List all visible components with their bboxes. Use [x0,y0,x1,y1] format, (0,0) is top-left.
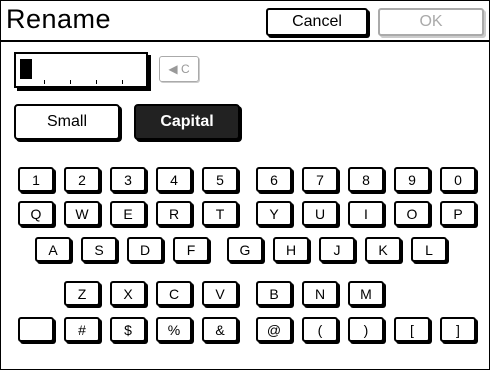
key-1[interactable]: 1 [18,167,54,192]
key-H[interactable]: H [273,237,309,262]
key-Z[interactable]: Z [64,281,100,306]
key-B[interactable]: B [256,281,292,306]
page-title: Rename [6,4,112,34]
cancel-button[interactable]: Cancel [266,8,368,36]
small-mode-button[interactable]: Small [14,104,120,140]
key-G[interactable]: G [227,237,263,262]
key-3[interactable]: 3 [110,167,146,192]
key-J[interactable]: J [319,237,355,262]
key-0[interactable]: 0 [440,167,476,192]
key-U[interactable]: U [302,201,338,226]
key-N[interactable]: N [302,281,338,306]
key-Y[interactable]: Y [256,201,292,226]
key-E[interactable]: E [110,201,146,226]
key-space[interactable] [18,317,54,342]
key-W[interactable]: W [64,201,100,226]
key-P[interactable]: P [440,201,476,226]
key-4[interactable]: 4 [156,167,192,192]
key-&[interactable]: & [202,317,238,342]
key-K[interactable]: K [365,237,401,262]
key-R[interactable]: R [156,201,192,226]
key-I[interactable]: I [348,201,384,226]
key-D[interactable]: D [127,237,163,262]
capital-mode-button[interactable]: Capital [134,104,240,140]
key-#[interactable]: # [64,317,100,342]
key-][interactable]: ] [440,317,476,342]
key-5[interactable]: 5 [202,167,238,192]
clear-button[interactable]: ◀ C [159,56,199,82]
name-input[interactable] [14,52,148,88]
key-A[interactable]: A [35,237,71,262]
key-S[interactable]: S [81,237,117,262]
key-7[interactable]: 7 [302,167,338,192]
key-F[interactable]: F [173,237,209,262]
key-9[interactable]: 9 [394,167,430,192]
ok-button[interactable]: OK [378,8,484,36]
key-M[interactable]: M [348,281,384,306]
key-T[interactable]: T [202,201,238,226]
key-@[interactable]: @ [256,317,292,342]
key-%[interactable]: % [156,317,192,342]
key-8[interactable]: 8 [348,167,384,192]
key-X[interactable]: X [110,281,146,306]
key-C[interactable]: C [156,281,192,306]
key-Q[interactable]: Q [18,201,54,226]
key-V[interactable]: V [202,281,238,306]
key-O[interactable]: O [394,201,430,226]
key-L[interactable]: L [411,237,447,262]
character-ticks [16,78,146,84]
key-)[interactable]: ) [348,317,384,342]
key-6[interactable]: 6 [256,167,292,192]
key-[[interactable]: [ [394,317,430,342]
key-$[interactable]: $ [110,317,146,342]
title-bar: Rename Cancel OK [0,0,490,42]
text-cursor [20,59,32,79]
key-([interactable]: ( [302,317,338,342]
key-2[interactable]: 2 [64,167,100,192]
